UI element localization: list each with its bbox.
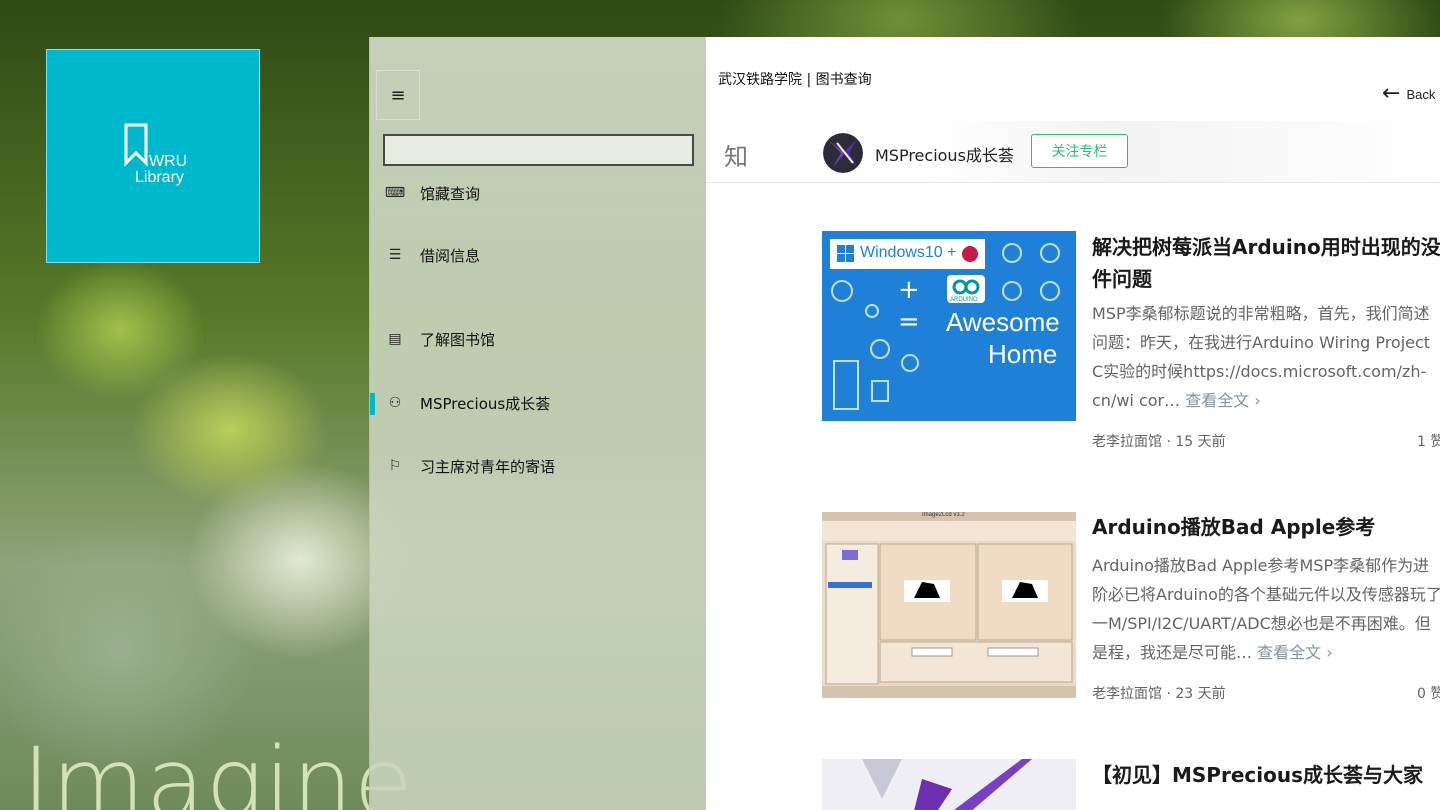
back-button[interactable]: ← Back xyxy=(1382,83,1435,105)
article-thumbnail[interactable]: Windows10 + + = ARDUINO Awesome Home xyxy=(822,231,1076,421)
article-title[interactable]: 【初见】MSPrecious成长荟与大家见面 xyxy=(1092,759,1440,795)
nav-item-borrow-info[interactable]: ☰ 借阅信息 xyxy=(370,235,707,275)
tile-line2: Library xyxy=(135,169,184,186)
keyboard-icon: ⌨ xyxy=(384,185,406,201)
article-card[interactable]: 【初见】MSPrecious成长荟与大家见面 xyxy=(822,759,1440,810)
app-window: ≡ ⌨ 馆藏查询 ☰ 借阅信息 ▤ 了解图书馆 ⚇ MSPrecious成长荟 … xyxy=(369,37,1440,810)
back-label: Back xyxy=(1406,86,1436,102)
read-more-link[interactable]: 查看全文 › xyxy=(1257,643,1333,662)
thumb-windows-text: Windows10 + xyxy=(860,244,957,261)
arrow-left-icon: ← xyxy=(1382,81,1401,106)
flag-icon: ⚐ xyxy=(388,458,402,474)
wru-library-tile[interactable]: WRU Library xyxy=(46,49,260,263)
article-card[interactable]: Image2Lcd v3.2 Arduino播放Bad Apple参考 Ardu… xyxy=(822,511,1440,741)
nav-item-youth-message[interactable]: ⚐ 习主席对青年的寄语 xyxy=(370,446,707,486)
nav-item-msprecious[interactable]: ⚇ MSPrecious成长荟 xyxy=(370,383,707,423)
nav-item-label: 习主席对青年的寄语 xyxy=(420,457,556,476)
article-meta: 老李拉面馆 · 15 天前 xyxy=(1092,431,1226,451)
zhihu-logo[interactable]: 知 xyxy=(724,137,748,172)
content-pane: 武汉铁路学院 | 图书查询 ← Back 知 MSPrecious成长荟 关注专… xyxy=(706,37,1440,810)
nav-item-label: 了解图书馆 xyxy=(420,330,496,349)
list-icon: ☰ xyxy=(388,247,402,263)
nav-item-label: 馆藏查询 xyxy=(420,184,481,203)
thumb-equals: = xyxy=(898,307,920,337)
nav-item-collection-search[interactable]: ⌨ 馆藏查询 xyxy=(370,173,707,213)
article-excerpt-text: MSP李桑郁标题说的非常粗略，首先，我们简述问题：昨天，在我进行Arduino … xyxy=(1092,304,1431,410)
zhihu-column-header: 知 MSPrecious成长荟 关注专栏 xyxy=(706,121,1440,183)
article-likes: 1 赞 xyxy=(1417,434,1440,450)
search-input[interactable] xyxy=(383,134,694,166)
article-likes: 0 赞 xyxy=(1417,686,1440,702)
article-author[interactable]: 老李拉面馆 xyxy=(1092,686,1162,702)
page-title: 武汉铁路学院 | 图书查询 xyxy=(718,72,872,88)
article-meta: 老李拉面馆 · 23 天前 xyxy=(1092,683,1226,703)
hamburger-menu-button[interactable]: ≡ xyxy=(376,70,420,120)
article-thumbnail[interactable]: Image2Lcd v3.2 xyxy=(822,512,1076,698)
column-avatar[interactable] xyxy=(823,133,863,173)
article-card[interactable]: Windows10 + + = ARDUINO Awesome Home 解决把… xyxy=(822,231,1440,461)
article-title[interactable]: Arduino播放Bad Apple参考 xyxy=(1092,511,1440,547)
thumb-arduino-badge: ARDUINO xyxy=(950,297,978,303)
nav-item-label: MSPrecious成长荟 xyxy=(420,394,551,413)
msp-logo-icon xyxy=(823,133,863,173)
article-age: 15 天前 xyxy=(1175,434,1226,450)
nav-item-label: 借阅信息 xyxy=(420,246,481,265)
article-author[interactable]: 老李拉面馆 xyxy=(1092,434,1162,450)
thumb-home: Home xyxy=(988,339,1058,369)
people-icon: ⚇ xyxy=(388,395,402,411)
article-title[interactable]: 解决把树莓派当Arduino用时出现的没件问题 xyxy=(1092,231,1440,295)
read-more-link[interactable]: 查看全文 › xyxy=(1185,391,1261,410)
hamburger-icon: ≡ xyxy=(390,84,406,106)
navigation-pane: ≡ ⌨ 馆藏查询 ☰ 借阅信息 ▤ 了解图书馆 ⚇ MSPrecious成长荟 … xyxy=(369,37,706,810)
article-thumbnail[interactable] xyxy=(822,759,1076,810)
msp-banner-thumbnail xyxy=(822,759,1076,810)
follow-column-button[interactable]: 关注专栏 xyxy=(1031,134,1128,168)
article-excerpt: MSP李桑郁标题说的非常粗略，首先，我们简述问题：昨天，在我进行Arduino … xyxy=(1092,299,1440,415)
info-card-icon: ▤ xyxy=(388,331,402,347)
article-age: 23 天前 xyxy=(1175,686,1226,702)
thumb-awesome: Awesome xyxy=(946,307,1060,337)
nav-item-about-library[interactable]: ▤ 了解图书馆 xyxy=(370,319,707,359)
column-name[interactable]: MSPrecious成长荟 xyxy=(875,142,1014,166)
image2lcd-screenshot-thumbnail xyxy=(822,512,1076,698)
thumb-plus: + xyxy=(898,275,920,305)
bookmark-icon xyxy=(124,123,148,167)
article-excerpt: Arduino播放Bad Apple参考MSP李桑郁作为进阶必已将Arduino… xyxy=(1092,551,1440,667)
wallpaper-text: Imagine xyxy=(22,727,414,810)
thumb-window-title: Image2Lcd v3.2 xyxy=(922,512,965,518)
tile-line1: WRU xyxy=(149,153,188,170)
